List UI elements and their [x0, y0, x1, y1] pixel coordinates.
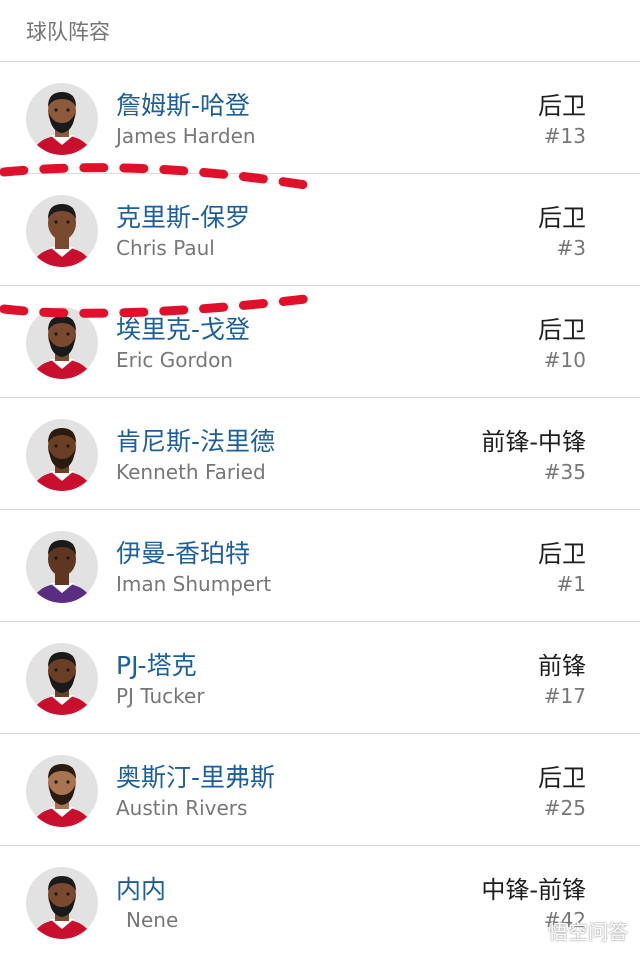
player-number: #10 — [543, 348, 586, 372]
player-row[interactable]: 肯尼斯-法里德 Kenneth Faried 前锋-中锋 #35 — [0, 398, 640, 510]
player-name-en: Kenneth Faried — [116, 460, 266, 484]
portrait-eye-right — [66, 444, 70, 448]
player-name-cn[interactable]: 肯尼斯-法里德 — [116, 422, 275, 458]
player-name-en: Eric Gordon — [116, 348, 233, 372]
player-position: 后卫 — [538, 204, 586, 232]
wukong-logo-icon — [516, 921, 542, 940]
player-name-cn[interactable]: PJ-塔克 — [116, 646, 197, 682]
player-number: #17 — [543, 684, 586, 708]
player-row[interactable]: 奥斯汀-里弗斯 Austin Rivers 后卫 #25 — [0, 734, 640, 846]
player-portrait — [32, 876, 92, 939]
player-number: #3 — [556, 236, 586, 260]
player-position: 后卫 — [538, 316, 586, 344]
player-name-cn[interactable]: 詹姆斯-哈登 — [116, 86, 250, 122]
portrait-eye-right — [66, 220, 70, 224]
portrait-eye-right — [66, 556, 70, 560]
portrait-eye-left — [54, 332, 58, 336]
roster-header: 球队阵容 — [0, 0, 640, 62]
portrait-eye-left — [54, 108, 58, 112]
portrait-eye-left — [54, 668, 58, 672]
player-avatar — [26, 643, 98, 715]
player-position: 前锋 — [538, 652, 586, 680]
player-avatar — [26, 307, 98, 379]
portrait-eye-right — [66, 892, 70, 896]
player-avatar — [26, 83, 98, 155]
player-portrait — [32, 540, 92, 603]
player-number: #1 — [556, 572, 586, 596]
player-name-en: PJ Tucker — [116, 684, 205, 708]
player-name-cn[interactable]: 伊曼-香珀特 — [116, 534, 250, 570]
player-row[interactable]: 克里斯-保罗 Chris Paul 后卫 #3 — [0, 174, 640, 286]
roster-list: 詹姆斯-哈登 James Harden 后卫 #13 克里斯-保罗 Chris … — [0, 62, 640, 958]
portrait-eye-left — [54, 220, 58, 224]
player-position: 前锋-中锋 — [481, 428, 586, 456]
watermark: 悟空问答 — [516, 916, 628, 945]
player-avatar — [26, 419, 98, 491]
portrait-eye-left — [54, 780, 58, 784]
player-position: 后卫 — [538, 764, 586, 792]
player-avatar — [26, 531, 98, 603]
player-position: 后卫 — [538, 92, 586, 120]
player-position: 中锋-前锋 — [481, 876, 586, 904]
watermark-text: 悟空问答 — [548, 920, 628, 944]
player-number: #35 — [543, 460, 586, 484]
player-row[interactable]: 詹姆斯-哈登 James Harden 后卫 #13 — [0, 62, 640, 174]
player-avatar — [26, 755, 98, 827]
player-portrait — [32, 428, 92, 491]
player-portrait — [32, 204, 92, 267]
player-row[interactable]: PJ-塔克 PJ Tucker 前锋 #17 — [0, 622, 640, 734]
player-portrait — [32, 92, 92, 155]
player-name-cn[interactable]: 埃里克-戈登 — [116, 310, 250, 346]
player-portrait — [32, 652, 92, 715]
page-title: 球队阵容 — [26, 19, 110, 44]
player-name-en: Nene — [126, 908, 179, 932]
player-name-en: Austin Rivers — [116, 796, 248, 820]
portrait-eye-right — [66, 668, 70, 672]
portrait-eye-right — [66, 108, 70, 112]
player-row[interactable]: 埃里克-戈登 Eric Gordon 后卫 #10 — [0, 286, 640, 398]
player-portrait — [32, 764, 92, 827]
player-name-en: Chris Paul — [116, 236, 215, 260]
player-number: #13 — [543, 124, 586, 148]
player-name-cn[interactable]: 内内 — [116, 870, 166, 906]
portrait-eye-left — [54, 556, 58, 560]
player-name-cn[interactable]: 克里斯-保罗 — [116, 198, 250, 234]
player-avatar — [26, 195, 98, 267]
player-position: 后卫 — [538, 540, 586, 568]
player-name-en: James Harden — [116, 124, 256, 148]
player-row[interactable]: 伊曼-香珀特 Iman Shumpert 后卫 #1 — [0, 510, 640, 622]
portrait-eye-right — [66, 780, 70, 784]
player-name-cn[interactable]: 奥斯汀-里弗斯 — [116, 758, 275, 794]
player-portrait — [32, 316, 92, 379]
player-number: #25 — [543, 796, 586, 820]
player-name-en: Iman Shumpert — [116, 572, 272, 596]
portrait-eye-left — [54, 892, 58, 896]
portrait-eye-right — [66, 332, 70, 336]
portrait-eye-left — [54, 444, 58, 448]
player-avatar — [26, 867, 98, 939]
